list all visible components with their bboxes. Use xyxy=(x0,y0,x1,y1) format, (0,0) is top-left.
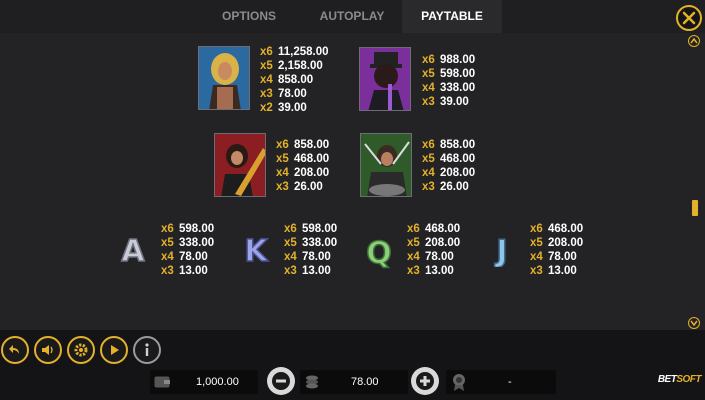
pay-row: x4 78.00 xyxy=(161,251,208,263)
letter-q-glyph: Q xyxy=(366,236,392,269)
close-icon xyxy=(682,11,696,25)
pay-row: x2 39.00 xyxy=(260,102,307,114)
pay-row: x5 468.00 xyxy=(422,153,476,165)
pay-row: x5 2,158.00 xyxy=(260,60,323,72)
pay-row: x4 78.00 xyxy=(407,251,454,263)
coins-icon xyxy=(306,375,318,389)
pay-row: x4 78.00 xyxy=(284,251,331,263)
pay-row: x5 208.00 xyxy=(407,237,461,249)
pay-row: x6 858.00 xyxy=(422,139,476,151)
pay-row: x3 13.00 xyxy=(407,265,454,277)
scroll-down-button[interactable] xyxy=(688,317,700,329)
pay-row: x6 858.00 xyxy=(276,139,330,151)
paytable-values-premium-1: x6 11,258.00 x5 2,158.00 x4 858.00 x3 78.00 … xyxy=(260,45,329,115)
scroll-down-icon xyxy=(690,320,698,327)
decrease-bet-button[interactable] xyxy=(267,367,295,395)
info-icon xyxy=(145,343,149,356)
tab-bar: OPTIONS AUTOPLAY PAYTABLE xyxy=(0,0,705,33)
pay-row: x4 208.00 xyxy=(276,167,330,179)
letter-k-symbol: K xyxy=(238,231,274,270)
tab-autoplay[interactable]: AUTOPLAY xyxy=(302,0,402,33)
plus-icon xyxy=(416,372,434,390)
pay-row: x6 598.00 xyxy=(161,223,215,235)
autoplay-button[interactable] xyxy=(100,336,128,364)
pay-row: x6 468.00 xyxy=(530,223,584,235)
pay-row: x6 598.00 xyxy=(284,223,338,235)
guitarist-top-hat-symbol xyxy=(359,47,411,111)
letter-q-symbol: Q xyxy=(361,233,397,272)
letter-j-symbol: J xyxy=(484,231,520,270)
settings-icon xyxy=(74,343,88,357)
minus-icon xyxy=(272,372,290,390)
pay-row: x4 208.00 xyxy=(422,167,476,179)
balance-field: 1,000.00 xyxy=(150,370,258,394)
pay-row: x3 13.00 xyxy=(530,265,577,277)
paytable-values-premium-4: x6 858.00 x5 468.00 x4 208.00 x3 26.00 xyxy=(422,138,475,194)
increase-bet-button[interactable] xyxy=(411,367,439,395)
pay-row: x3 78.00 xyxy=(260,88,307,100)
paytable-values-letter-a: x6 598.00 x5 338.00 x4 78.00 x3 13.00 xyxy=(161,222,214,278)
medal-icon xyxy=(453,374,465,391)
letter-a-symbol: A xyxy=(115,231,151,270)
scrollbar-thumb[interactable] xyxy=(692,200,698,216)
pay-row: x5 468.00 xyxy=(276,153,330,165)
paytable-panel: x6 11,258.00 x5 2,158.00 x4 858.00 x3 78.00 … xyxy=(0,33,705,330)
paytable-values-letter-j: x6 468.00 x5 208.00 x4 78.00 x3 13.00 xyxy=(530,222,583,278)
drummer-symbol xyxy=(360,133,412,197)
autoplay-icon xyxy=(111,345,119,355)
pay-row: x3 13.00 xyxy=(161,265,208,277)
pay-row: x6 988.00 xyxy=(422,54,476,66)
win-field: - xyxy=(446,370,556,394)
paytable-values-letter-k: x6 598.00 x5 338.00 x4 78.00 x3 13.00 xyxy=(284,222,337,278)
sound-icon xyxy=(42,345,53,355)
guitarist-long-hair-symbol xyxy=(198,46,250,110)
guitarist-red-symbol xyxy=(214,133,266,197)
brand-logo: BETSOFT xyxy=(657,374,702,385)
back-icon xyxy=(9,345,19,354)
wallet-icon xyxy=(154,376,170,388)
pay-row: x6 468.00 xyxy=(407,223,461,235)
paytable-values-premium-2: x6 988.00 x5 598.00 x4 338.00 x3 39.00 xyxy=(422,53,475,109)
pay-row: x4 858.00 xyxy=(260,74,314,86)
bet-field: 78.00 xyxy=(300,370,408,394)
close-button[interactable] xyxy=(676,5,702,31)
back-button[interactable] xyxy=(1,336,29,364)
pay-row: x5 338.00 xyxy=(161,237,215,249)
pay-row: x4 78.00 xyxy=(530,251,577,263)
pay-row: x5 208.00 xyxy=(530,237,584,249)
win-value: - xyxy=(508,376,512,388)
letter-a-glyph: A xyxy=(121,234,145,267)
pay-row: x5 598.00 xyxy=(422,68,476,80)
scroll-up-icon xyxy=(690,37,698,44)
settings-button[interactable] xyxy=(67,336,95,364)
bottom-control-bar: 1,000.00 78.00 - BETSOFT xyxy=(0,330,705,400)
paytable-values-letter-q: x6 468.00 x5 208.00 x4 78.00 x3 13.00 xyxy=(407,222,460,278)
pay-row: x3 26.00 xyxy=(422,181,469,193)
pay-row: x5 338.00 xyxy=(284,237,338,249)
info-button[interactable] xyxy=(133,336,161,364)
pay-row: x6 11,258.00 xyxy=(260,46,329,58)
letter-k-glyph: K xyxy=(244,234,269,267)
pay-row: x3 26.00 xyxy=(276,181,323,193)
pay-row: x3 39.00 xyxy=(422,96,469,108)
letter-j-glyph: J xyxy=(494,234,507,267)
scroll-up-button[interactable] xyxy=(688,35,700,47)
tab-paytable[interactable]: PAYTABLE xyxy=(402,0,502,33)
tab-options[interactable]: OPTIONS xyxy=(196,0,302,33)
paytable-values-premium-3: x6 858.00 x5 468.00 x4 208.00 x3 26.00 xyxy=(276,138,329,194)
pay-row: x3 13.00 xyxy=(284,265,331,277)
balance-value: 1,000.00 xyxy=(196,376,239,388)
pay-row: x4 338.00 xyxy=(422,82,476,94)
sound-button[interactable] xyxy=(34,336,62,364)
bet-value: 78.00 xyxy=(351,376,379,388)
